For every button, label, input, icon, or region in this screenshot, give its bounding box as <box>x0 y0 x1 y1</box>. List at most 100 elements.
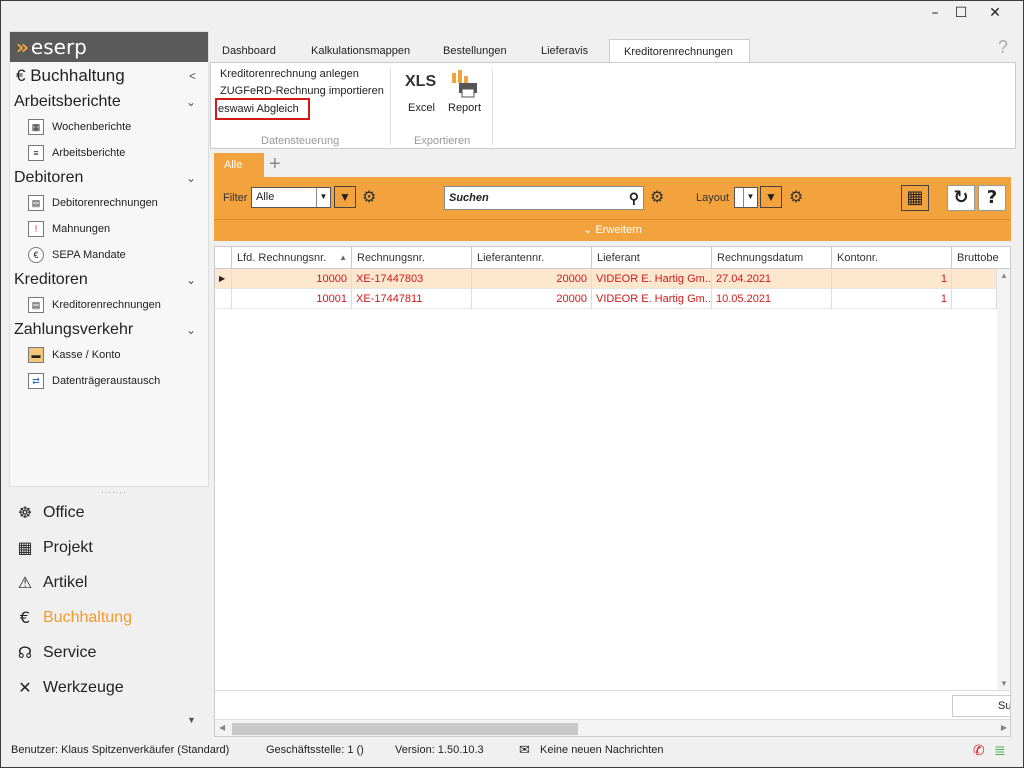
table-cell[interactable]: XE-17447811 <box>352 289 472 309</box>
column-chooser-button[interactable]: ▦ <box>901 185 929 211</box>
sidebar-header[interactable]: € Buchhaltung < <box>10 62 208 90</box>
row-indicator[interactable] <box>215 289 232 309</box>
phone-icon[interactable]: ✆ <box>973 739 985 761</box>
reminder-icon: ! <box>28 221 44 237</box>
chevron-down-icon: ⌄ <box>185 95 196 109</box>
layout-settings-icon[interactable]: ⚙ <box>789 187 803 206</box>
table-cell[interactable]: VIDEOR E. Hartig Gm... <box>592 289 712 309</box>
chevron-down-icon: ⌄ <box>185 171 196 185</box>
module-werkzeuge[interactable]: ✕ Werkzeuge <box>15 674 123 702</box>
search-input[interactable]: Suchen ⚲ <box>444 186 644 210</box>
status-user: Benutzer: Klaus Spitzenverkäufer (Standa… <box>11 744 230 756</box>
vertical-scrollbar[interactable]: ▲ ▼ <box>997 269 1010 690</box>
table-cell[interactable]: 10000 <box>232 269 352 289</box>
scroll-left-icon[interactable]: ◀ <box>219 723 225 732</box>
splitter-grip[interactable]: ······· <box>101 488 127 497</box>
chevron-down-icon: ⌄ <box>583 224 596 236</box>
category-zahlungsverkehr[interactable]: Zahlungsverkehr ⌄ <box>10 318 208 342</box>
table-cell[interactable]: 1 <box>832 269 952 289</box>
invoice-icon: ▤ <box>28 195 44 211</box>
status-messages[interactable]: Keine neuen Nachrichten <box>540 739 664 761</box>
summary-cell[interactable]: Su <box>952 695 1010 717</box>
create-invoice-button[interactable]: Kreditorenrechnung anlegen <box>220 68 359 80</box>
search-icon[interactable]: ⚲ <box>629 187 639 209</box>
module-projekt[interactable]: ▦ Projekt <box>15 534 93 562</box>
help-button[interactable]: ? <box>978 185 1006 211</box>
mail-icon[interactable]: ✉ <box>519 739 530 761</box>
tab-kalkulationsmappen[interactable]: Kalkulationsmappen <box>305 39 416 62</box>
filter-settings-icon[interactable]: ⚙ <box>362 187 376 206</box>
category-kreditoren[interactable]: Kreditoren ⌄ <box>10 268 208 292</box>
close-button[interactable]: ✕ <box>982 3 1008 23</box>
add-tab-icon[interactable]: + <box>269 153 281 175</box>
column-header[interactable]: Kontonr. <box>832 247 952 269</box>
report-printer-icon[interactable] <box>449 69 479 99</box>
table-cell[interactable]: XE-17447803 <box>352 269 472 289</box>
tab-lieferavis[interactable]: Lieferavis <box>535 39 594 62</box>
column-header[interactable]: Lieferantennr. <box>472 247 592 269</box>
sidebar-item-wochenberichte[interactable]: ▦ Wochenberichte <box>10 114 208 140</box>
logo-text: eserp <box>30 35 87 59</box>
table-cell[interactable] <box>952 269 997 289</box>
column-header[interactable]: Lieferant <box>592 247 712 269</box>
table-cell[interactable]: 10.05.2021 <box>712 289 832 309</box>
tab-dashboard[interactable]: Dashboard <box>216 39 282 62</box>
eswawi-sync-button[interactable]: eswawi Abgleich <box>218 103 299 115</box>
table-cell[interactable]: 27.04.2021 <box>712 269 832 289</box>
column-header[interactable]: Lfd. Rechnungsnr. ▲ <box>232 247 352 269</box>
table-cell[interactable]: VIDEOR E. Hartig Gm... <box>592 269 712 289</box>
table-cell[interactable]: 20000 <box>472 269 592 289</box>
category-arbeitsberichte[interactable]: Arbeitsberichte ⌄ <box>10 90 208 114</box>
filter-funnel-button[interactable]: ▼ <box>334 186 356 208</box>
table-cell[interactable]: 20000 <box>472 289 592 309</box>
minimize-button[interactable]: – <box>922 3 948 23</box>
row-pointer-icon[interactable]: ▶ <box>215 269 232 289</box>
expand-bar[interactable]: ⌄ Erweitern <box>214 219 1011 241</box>
layout-select[interactable]: ▼ <box>734 187 758 208</box>
stack-icon[interactable]: ≣ <box>994 739 1006 761</box>
headset-icon: ☊ <box>17 643 33 662</box>
module-office[interactable]: ☸ Office <box>15 499 85 527</box>
column-header[interactable]: Rechnungsnr. <box>352 247 472 269</box>
category-debitoren[interactable]: Debitoren ⌄ <box>10 166 208 190</box>
report-button[interactable]: Report <box>448 102 481 114</box>
sidebar-item-kasse-konto[interactable]: ▬ Kasse / Konto <box>10 342 208 368</box>
filter-select[interactable]: Alle ▼ <box>251 187 331 208</box>
import-zugferd-button[interactable]: ZUGFeRD-Rechnung importieren <box>220 85 384 97</box>
sidebar-item-debitorenrechnungen[interactable]: ▤ Debitorenrechnungen <box>10 190 208 216</box>
help-icon[interactable]: ? <box>998 37 1008 58</box>
expand-button[interactable]: ⌄ Erweitern <box>214 220 1011 241</box>
scroll-down-icon[interactable]: ▼ <box>1000 679 1008 688</box>
search-settings-icon[interactable]: ⚙ <box>650 187 664 206</box>
sidebar-item-arbeitsberichte[interactable]: ≡ Arbeitsberichte <box>10 140 208 166</box>
sidebar-item-kreditorenrechnungen[interactable]: ▤ Kreditorenrechnungen <box>10 292 208 318</box>
module-label: Projekt <box>43 539 93 556</box>
sidebar-item-mahnungen[interactable]: ! Mahnungen <box>10 216 208 242</box>
scroll-up-icon[interactable]: ▲ <box>1000 271 1008 280</box>
sidebar-item-datentraegeraustausch[interactable]: ⇄ Datenträgeraustausch <box>10 368 208 394</box>
layout-funnel-button[interactable]: ▼ <box>760 186 782 208</box>
excel-icon[interactable]: XLS <box>405 73 436 91</box>
horizontal-scrollbar[interactable]: ◀ ▶ <box>215 719 1010 736</box>
tab-kreditorenrechnungen[interactable]: Kreditorenrechnungen <box>609 39 750 62</box>
table-cell[interactable]: 10001 <box>232 289 352 309</box>
column-header[interactable]: Bruttobe <box>952 247 1010 269</box>
refresh-button[interactable]: ↻ <box>947 185 975 211</box>
table-cell[interactable]: 1 <box>832 289 952 309</box>
scroll-right-icon[interactable]: ▶ <box>1001 723 1007 732</box>
group-label-exportieren: Exportieren <box>414 135 471 147</box>
sepa-icon: € <box>28 247 44 263</box>
module-artikel[interactable]: ⚠ Artikel <box>15 569 88 597</box>
module-buchhaltung[interactable]: € Buchhaltung <box>15 604 132 632</box>
sidebar-item-sepa-mandate[interactable]: € SEPA Mandate <box>10 242 208 268</box>
column-header[interactable]: Rechnungsdatum <box>712 247 832 269</box>
excel-button[interactable]: Excel <box>408 102 435 114</box>
filter-tab-alle[interactable]: Alle <box>214 153 264 177</box>
maximize-button[interactable]: ☐ <box>948 3 974 23</box>
collapse-icon[interactable]: < <box>189 62 196 90</box>
module-service[interactable]: ☊ Service <box>15 639 96 667</box>
table-cell[interactable] <box>952 289 997 309</box>
tab-bestellungen[interactable]: Bestellungen <box>437 39 513 62</box>
scroll-thumb[interactable] <box>232 723 578 735</box>
more-modules-icon[interactable]: ▼ <box>187 715 196 725</box>
